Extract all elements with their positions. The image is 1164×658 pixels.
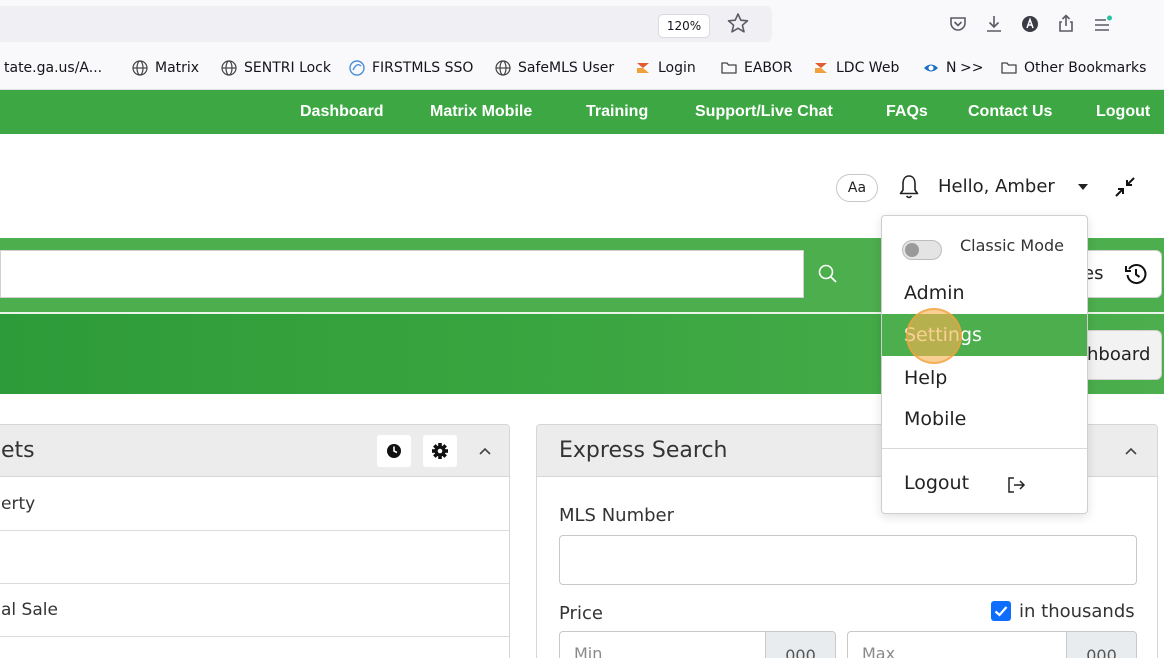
panel-title: Express Search: [559, 438, 728, 463]
bookmark-item[interactable]: Matrix: [131, 46, 199, 90]
nav-support-live-chat[interactable]: Support/Live Chat: [695, 90, 833, 134]
in-thousands-checkbox[interactable]: [991, 601, 1011, 621]
user-dropdown-menu: Classic Mode Admin Settings Help Mobile …: [881, 215, 1088, 514]
login-logo-icon: [637, 63, 649, 73]
classic-mode-label: Classic Mode: [960, 236, 1065, 255]
price-min-input[interactable]: Min 000: [559, 631, 836, 658]
ldc-logo-icon: [815, 63, 827, 73]
bookmarks-bar: tate.ga.us/A... Matrix SENTRI Lock FIRST…: [0, 46, 1164, 90]
gear-icon: [432, 443, 448, 459]
folder-icon: [721, 62, 737, 74]
menu-item-mobile[interactable]: Mobile: [882, 398, 1087, 440]
clock-button[interactable]: [377, 435, 411, 467]
bookmark-item[interactable]: EABOR: [720, 46, 793, 90]
share-icon[interactable]: [1052, 10, 1080, 38]
pocket-icon[interactable]: [944, 10, 972, 38]
chevron-up-icon[interactable]: [477, 443, 493, 459]
bookmark-item[interactable]: FIRSTMLS SSO: [348, 46, 473, 90]
globe-icon: [495, 60, 511, 76]
bookmark-star-icon[interactable]: [724, 10, 752, 38]
bookmark-item[interactable]: Login: [634, 46, 696, 90]
history-icon: [1125, 264, 1147, 284]
bookmark-item[interactable]: tate.ga.us/A...: [4, 46, 102, 90]
bookmark-item[interactable]: SENTRI Lock: [220, 46, 331, 90]
chevron-down-icon[interactable]: [1078, 184, 1088, 190]
site-nav-bar: Dashboard Matrix Mobile Training Support…: [0, 90, 1164, 134]
dashboard-button[interactable]: hboard: [1082, 330, 1162, 380]
clock-icon: [387, 444, 401, 458]
nav-matrix-mobile[interactable]: Matrix Mobile: [430, 90, 532, 134]
nav-dashboard[interactable]: Dashboard: [300, 90, 384, 134]
click-highlight-marker: [906, 308, 962, 364]
app-menu-icon[interactable]: [1088, 10, 1116, 38]
download-icon[interactable]: [980, 10, 1008, 38]
collapse-icon[interactable]: [1112, 174, 1138, 200]
in-thousands-label: in thousands: [1019, 601, 1135, 622]
mls-number-input[interactable]: [559, 535, 1137, 585]
list-item[interactable]: al Sale: [0, 584, 509, 637]
nav-training[interactable]: Training: [586, 90, 648, 134]
bookmark-item[interactable]: LDC Web: [812, 46, 899, 90]
zoom-level-badge[interactable]: 120%: [658, 14, 710, 38]
menu-divider: [882, 448, 1087, 449]
browser-toolbar: 120%: [0, 0, 1164, 46]
menu-item-help[interactable]: Help: [882, 357, 1087, 399]
bookmarks-overflow-button[interactable]: >>: [960, 46, 983, 90]
account-avatar-icon[interactable]: [1016, 10, 1044, 38]
user-greeting[interactable]: Hello, Amber: [938, 172, 1055, 202]
bell-icon[interactable]: [896, 172, 922, 202]
nav-contact-us[interactable]: Contact Us: [968, 90, 1052, 134]
n-logo-icon: [924, 64, 938, 72]
logout-icon: [1008, 477, 1026, 493]
address-bar[interactable]: [0, 6, 772, 42]
list-item[interactable]: erty: [0, 478, 509, 531]
nav-faqs[interactable]: FAQs: [886, 90, 928, 134]
menu-item-admin[interactable]: Admin: [882, 272, 1087, 314]
widgets-panel-header: ets: [0, 425, 509, 477]
list-item[interactable]: [0, 531, 509, 584]
bookmark-item[interactable]: SafeMLS User: [494, 46, 614, 90]
font-size-button[interactable]: Aa: [836, 174, 878, 202]
chevron-up-icon[interactable]: [1123, 443, 1139, 459]
search-icon: [818, 264, 837, 283]
settings-button[interactable]: [423, 435, 457, 467]
search-button[interactable]: [804, 250, 852, 298]
firstmls-icon: [349, 60, 365, 76]
bookmark-item[interactable]: Other Bookmarks: [1000, 46, 1146, 90]
mls-number-label: MLS Number: [559, 505, 675, 526]
menu-item-logout[interactable]: Logout: [882, 462, 1087, 504]
price-max-input[interactable]: Max 000: [847, 631, 1137, 658]
widgets-panel: ets erty al Sale: [0, 424, 510, 658]
search-history-button[interactable]: es: [1078, 250, 1162, 298]
bookmark-item[interactable]: N: [922, 46, 956, 90]
panel-title: ets: [1, 438, 35, 463]
folder-icon: [1001, 62, 1017, 74]
globe-icon: [221, 60, 237, 76]
classic-mode-toggle[interactable]: [902, 240, 942, 260]
nav-logout[interactable]: Logout: [1096, 90, 1150, 134]
quick-search-input[interactable]: [0, 250, 804, 298]
checkmark-icon: [994, 606, 1008, 617]
price-label: Price: [559, 603, 603, 624]
globe-icon: [132, 60, 148, 76]
